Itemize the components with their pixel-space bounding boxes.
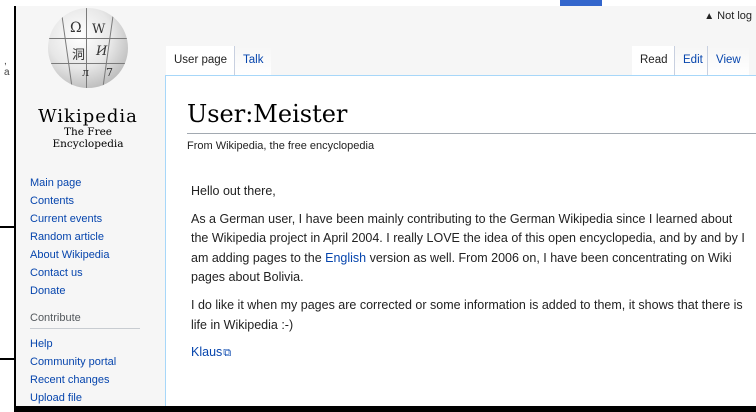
- klaus-link[interactable]: Klaus: [191, 345, 222, 359]
- tab-view-history[interactable]: View: [707, 46, 749, 75]
- signature-paragraph: Klaus⧉: [191, 343, 748, 364]
- tab-edit[interactable]: Edit: [674, 46, 711, 75]
- article-body: Hello out there, As a German user, I hav…: [191, 182, 748, 372]
- english-link[interactable]: English: [325, 251, 366, 265]
- wikipedia-window: ▲ Not log Ω W И 洞 л 7 Wikipedia The Free …: [16, 6, 756, 406]
- page-tabs: User page Talk Read Edit View: [166, 46, 756, 76]
- nav-current-events[interactable]: Current events: [30, 210, 160, 228]
- background-page: , a: [0, 0, 14, 412]
- page-title: User:Meister: [187, 100, 348, 128]
- wordmark: Wikipedia: [38, 106, 138, 127]
- nav-about-wikipedia[interactable]: About Wikipedia: [30, 246, 160, 264]
- nav-donate[interactable]: Donate: [30, 282, 160, 300]
- tagline: The Free Encyclopedia: [52, 126, 124, 150]
- contribute-heading: Contribute: [30, 312, 140, 329]
- tab-user-page[interactable]: User page: [166, 46, 236, 75]
- intro-paragraph: As a German user, I have been mainly con…: [191, 210, 748, 288]
- nav-upload-file[interactable]: Upload file: [30, 389, 160, 406]
- nav-random-article[interactable]: Random article: [30, 228, 160, 246]
- personal-tools[interactable]: ▲ Not log: [704, 10, 752, 22]
- background-tick: [0, 358, 16, 360]
- background-tick: [0, 226, 16, 228]
- title-divider: [187, 133, 756, 134]
- corrections-paragraph: I do like it when my pages are corrected…: [191, 297, 743, 332]
- content-area: User:Meister From Wikipedia, the free en…: [165, 75, 756, 406]
- nav-contact-us[interactable]: Contact us: [30, 264, 160, 282]
- puzzle-globe-icon: Ω W И 洞 л 7: [48, 8, 128, 88]
- site-subtitle: From Wikipedia, the free encyclopedia: [187, 140, 375, 152]
- user-icon: ▲: [704, 11, 715, 22]
- background-text-fragment: , a: [4, 56, 10, 78]
- contribute-menu: Contribute Help Community portal Recent …: [30, 312, 160, 406]
- tab-talk[interactable]: Talk: [234, 46, 272, 75]
- external-link-icon: ⧉: [223, 347, 232, 360]
- wikipedia-logo[interactable]: Ω W И 洞 л 7 Wikipedia The Free Encyclope…: [28, 8, 148, 153]
- nav-main-page[interactable]: Main page: [30, 174, 160, 192]
- nav-recent-changes[interactable]: Recent changes: [30, 371, 160, 389]
- greeting-paragraph: Hello out there,: [191, 184, 276, 198]
- tab-read[interactable]: Read: [632, 46, 676, 75]
- navigation-menu: Main page Contents Current events Random…: [30, 174, 160, 300]
- not-logged-in-label: Not log: [717, 10, 752, 22]
- nav-help[interactable]: Help: [30, 335, 160, 353]
- nav-community-portal[interactable]: Community portal: [30, 353, 160, 371]
- nav-contents[interactable]: Contents: [30, 192, 160, 210]
